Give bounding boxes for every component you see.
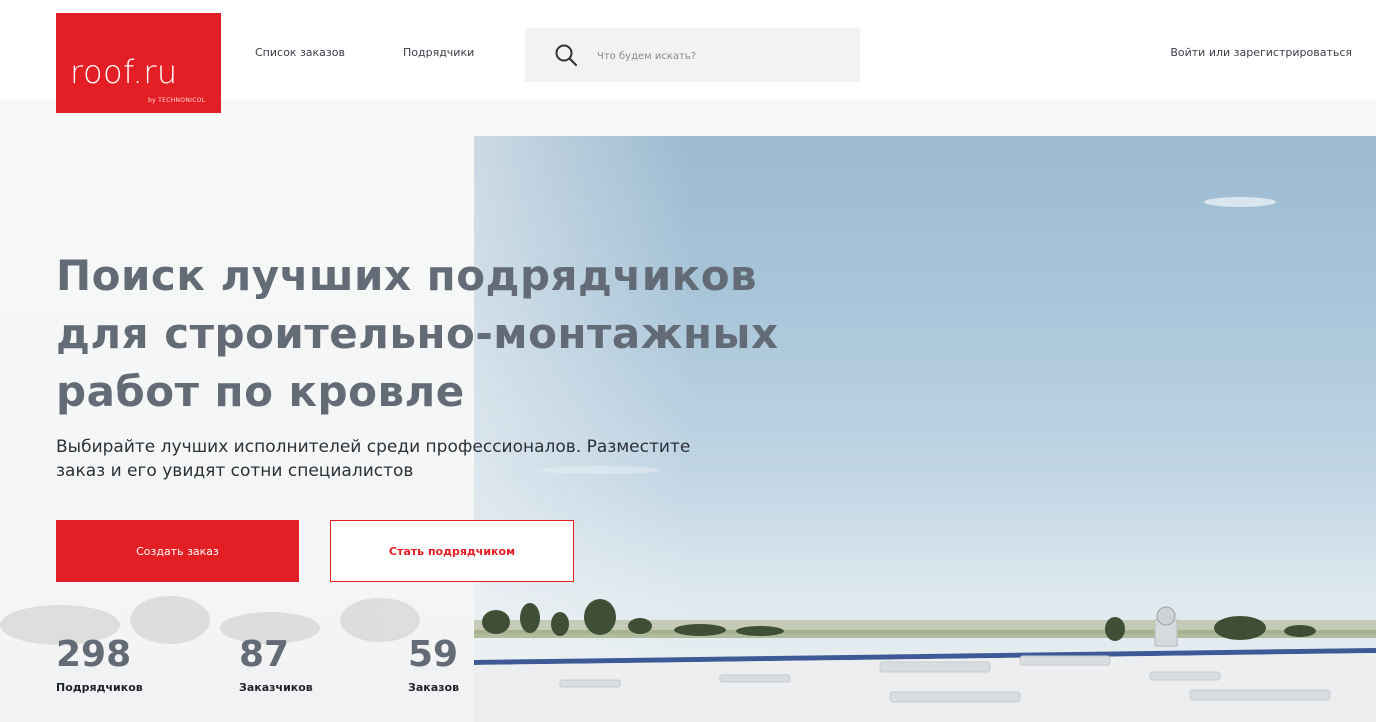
stat-label: Подрядчиков xyxy=(56,681,143,694)
hero-subtitle-line: Выбирайте лучших исполнителей среди проф… xyxy=(56,437,691,457)
nav-link-orders[interactable]: Список заказов xyxy=(255,46,345,59)
stat-value: 59 xyxy=(408,634,459,675)
stat-label: Заказчиков xyxy=(239,681,313,694)
hero-title: Поиск лучших подрядчиков для строительно… xyxy=(56,247,876,421)
hero-subtitle: Выбирайте лучших исполнителей среди проф… xyxy=(56,435,916,483)
become-contractor-button[interactable]: Стать подрядчиком xyxy=(330,520,574,582)
hero-title-line: для строительно-монтажных xyxy=(56,309,779,358)
hero-subtitle-line: заказ и его увидят сотни специалистов xyxy=(56,461,414,481)
hero-section: Поиск лучших подрядчиков для строительно… xyxy=(0,100,1376,722)
stat-label: Заказов xyxy=(408,681,460,694)
hero-title-line: Поиск лучших подрядчиков xyxy=(56,251,758,300)
login-register-link[interactable]: Войти или зарегистрироваться xyxy=(1170,46,1352,59)
search-input[interactable] xyxy=(595,45,849,67)
search-bar[interactable] xyxy=(525,28,860,82)
logo-text: roof.ru xyxy=(70,53,178,91)
stat-customers: 87 Заказчиков xyxy=(239,633,313,694)
stat-orders: 59 Заказов xyxy=(408,633,459,694)
site-logo[interactable]: roof.ru by TECHNONICOL xyxy=(56,13,221,113)
stat-contractors: 298 Подрядчиков xyxy=(56,633,143,694)
search-icon[interactable] xyxy=(554,43,578,67)
create-order-button[interactable]: Создать заказ xyxy=(56,520,299,582)
logo-subtext: by TECHNONICOL xyxy=(148,97,206,104)
stat-value: 298 xyxy=(56,634,132,675)
stat-value: 87 xyxy=(239,634,290,675)
nav-link-contractors[interactable]: Подрядчики xyxy=(403,46,474,59)
hero-title-line: работ по кровле xyxy=(56,367,465,416)
